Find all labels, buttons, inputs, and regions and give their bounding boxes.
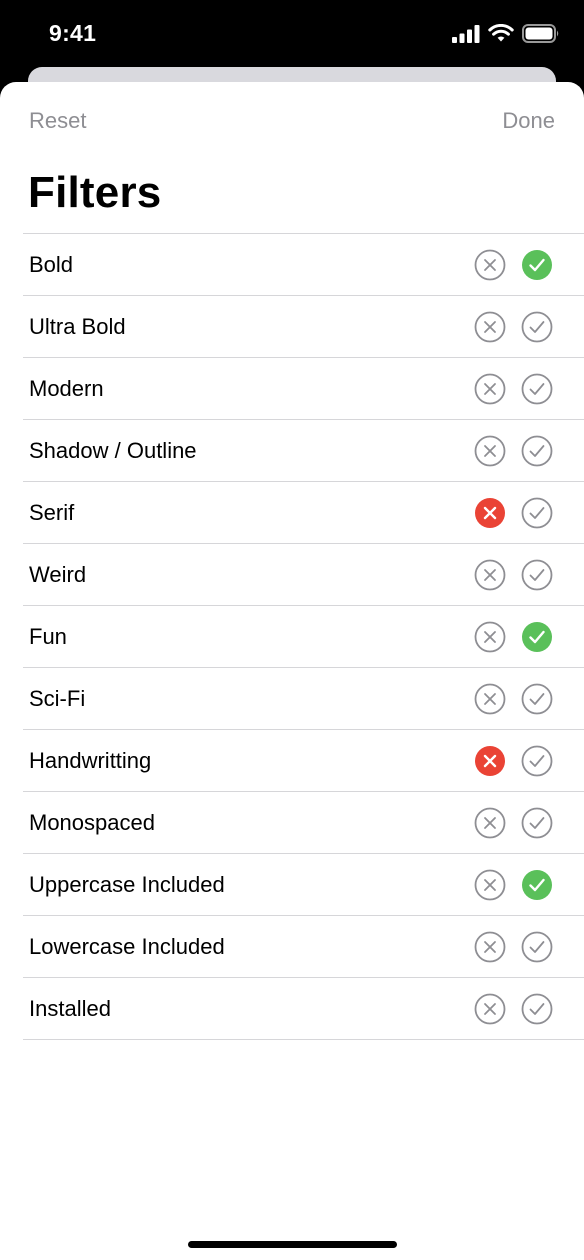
reset-button[interactable]: Reset: [29, 108, 86, 134]
filter-label: Lowercase Included: [29, 934, 225, 959]
filter-label: Shadow / Outline: [29, 438, 197, 463]
checkmark-circle-icon: [521, 807, 553, 839]
filter-row: Handwritting: [23, 730, 584, 792]
x-circle-icon: [474, 931, 506, 963]
filter-row: Fun: [23, 606, 584, 668]
filter-label: Uppercase Included: [29, 872, 225, 897]
filter-label: Sci-Fi: [29, 686, 86, 711]
filter-row: Weird: [23, 544, 584, 606]
x-circle-icon: [474, 435, 506, 467]
x-circle-icon: [474, 807, 506, 839]
checkmark-circle-icon: [521, 745, 553, 777]
exclude-toggle[interactable]: [474, 559, 506, 591]
exclude-toggle[interactable]: [474, 435, 506, 467]
checkmark-circle-icon: [521, 435, 553, 467]
done-button[interactable]: Done: [502, 108, 555, 134]
filter-row: Monospaced: [23, 792, 584, 854]
include-toggle[interactable]: [521, 869, 553, 901]
exclude-toggle[interactable]: [474, 683, 506, 715]
checkmark-circle-icon: [521, 559, 553, 591]
checkmark-circle-fill-icon: [522, 870, 552, 900]
screen: 9:41 Reset Done Filters Bold Ultra Bold …: [0, 0, 584, 1260]
exclude-toggle[interactable]: [474, 993, 506, 1025]
filter-row: Modern: [23, 358, 584, 420]
x-circle-fill-icon: [475, 746, 505, 776]
x-circle-icon: [474, 311, 506, 343]
filter-row: Bold: [23, 234, 584, 296]
checkmark-circle-icon: [521, 497, 553, 529]
status-bar: 9:41: [0, 0, 584, 70]
page-title: Filters: [28, 168, 162, 217]
x-circle-fill-icon: [475, 498, 505, 528]
exclude-toggle[interactable]: [474, 745, 506, 777]
filter-row: Lowercase Included: [23, 916, 584, 978]
filters-sheet: Reset Done Filters Bold Ultra Bold Modern S…: [0, 82, 584, 1260]
checkmark-circle-fill-icon: [522, 622, 552, 652]
exclude-toggle[interactable]: [474, 311, 506, 343]
filter-row: Uppercase Included: [23, 854, 584, 916]
filter-row: Shadow / Outline: [23, 420, 584, 482]
exclude-toggle[interactable]: [474, 497, 506, 529]
exclude-toggle[interactable]: [474, 373, 506, 405]
exclude-toggle[interactable]: [474, 621, 506, 653]
checkmark-circle-icon: [521, 931, 553, 963]
battery-icon: [522, 24, 560, 48]
filter-label: Ultra Bold: [29, 314, 126, 339]
x-circle-icon: [474, 621, 506, 653]
include-toggle[interactable]: [521, 311, 553, 343]
filter-row: Ultra Bold: [23, 296, 584, 358]
filter-row: Sci-Fi: [23, 668, 584, 730]
include-toggle[interactable]: [521, 497, 553, 529]
checkmark-circle-icon: [521, 373, 553, 405]
x-circle-icon: [474, 869, 506, 901]
checkmark-circle-icon: [521, 993, 553, 1025]
exclude-toggle[interactable]: [474, 807, 506, 839]
include-toggle[interactable]: [521, 373, 553, 405]
include-toggle[interactable]: [521, 435, 553, 467]
include-toggle[interactable]: [521, 745, 553, 777]
x-circle-icon: [474, 683, 506, 715]
filter-label: Weird: [29, 562, 87, 587]
exclude-toggle[interactable]: [474, 931, 506, 963]
include-toggle[interactable]: [521, 249, 553, 281]
x-circle-icon: [474, 559, 506, 591]
filter-label: Modern: [29, 376, 104, 401]
filter-label: Handwritting: [29, 748, 152, 773]
filter-row: Serif: [23, 482, 584, 544]
filter-label: Fun: [29, 624, 67, 649]
exclude-toggle[interactable]: [474, 869, 506, 901]
checkmark-circle-icon: [521, 683, 553, 715]
include-toggle[interactable]: [521, 993, 553, 1025]
exclude-toggle[interactable]: [474, 249, 506, 281]
cellular-signal-icon: [452, 24, 480, 48]
home-indicator[interactable]: [188, 1241, 397, 1248]
filter-list: Bold Ultra Bold Modern Shadow / Outline Seri…: [23, 233, 584, 1040]
filter-label: Serif: [29, 500, 75, 525]
include-toggle[interactable]: [521, 683, 553, 715]
include-toggle[interactable]: [521, 807, 553, 839]
filter-label: Installed: [29, 996, 111, 1021]
checkmark-circle-icon: [521, 311, 553, 343]
x-circle-icon: [474, 993, 506, 1025]
include-toggle[interactable]: [521, 559, 553, 591]
status-icons: [452, 23, 560, 48]
include-toggle[interactable]: [521, 931, 553, 963]
status-time: 9:41: [49, 20, 97, 46]
include-toggle[interactable]: [521, 621, 553, 653]
x-circle-icon: [474, 373, 506, 405]
filter-label: Monospaced: [29, 810, 155, 835]
x-circle-icon: [474, 249, 506, 281]
filter-label: Bold: [29, 252, 74, 277]
wifi-icon: [488, 23, 514, 48]
checkmark-circle-fill-icon: [522, 250, 552, 280]
filter-row: Installed: [23, 978, 584, 1040]
